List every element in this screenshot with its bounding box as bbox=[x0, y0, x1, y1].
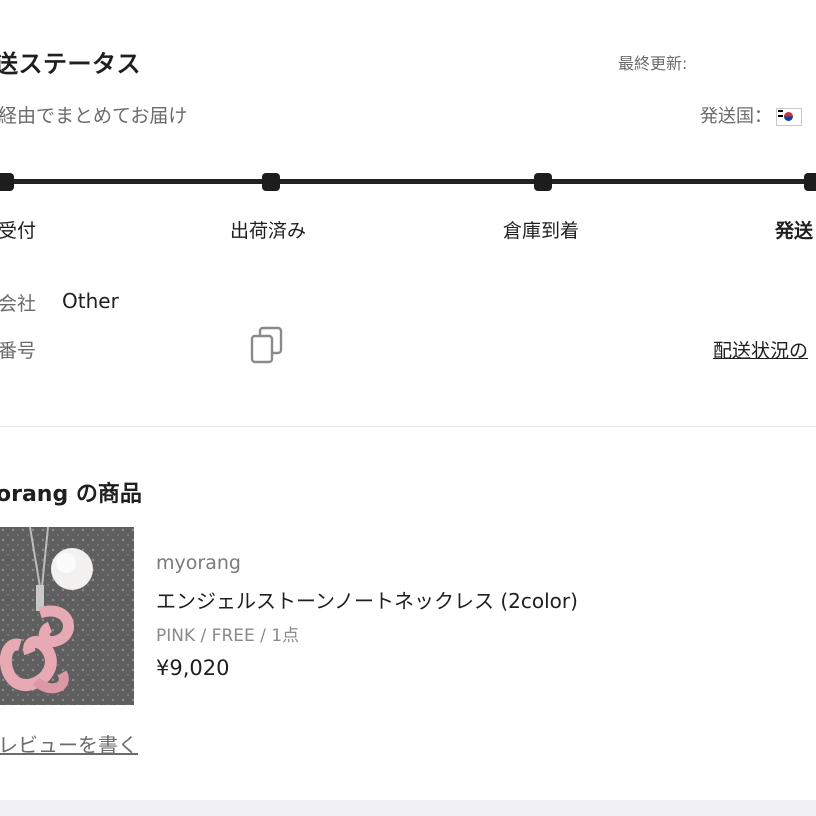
progress-step-label: 受付 bbox=[0, 220, 37, 242]
product-name[interactable]: エンジェルストーンノートネックレス (2color) bbox=[156, 585, 578, 614]
progress-step-label-current: 発送 bbox=[775, 220, 814, 242]
progress-node-3 bbox=[534, 173, 552, 191]
progress-step-label: 倉庫到着 bbox=[503, 220, 580, 242]
south-korea-flag-icon bbox=[776, 108, 802, 126]
carrier-value: Other bbox=[62, 289, 119, 313]
product-price: ¥9,020 bbox=[156, 656, 230, 680]
tracking-number-label: 番号 bbox=[0, 340, 37, 362]
page-title: 送ステータス bbox=[0, 50, 141, 78]
delivery-subtitle: 経由でまとめてお届け bbox=[0, 105, 188, 127]
section-divider bbox=[0, 426, 816, 427]
bottom-bar bbox=[0, 800, 816, 816]
progress-node-4 bbox=[804, 173, 816, 191]
shop-section-title: orang の商品 bbox=[0, 482, 142, 507]
ship-country-label: 発送国： bbox=[700, 106, 772, 127]
product-options: PINK / FREE / 1点 bbox=[156, 626, 300, 646]
last-updated-label: 最終更新: bbox=[618, 54, 688, 73]
progress-node-2 bbox=[262, 173, 280, 191]
tracking-status-link[interactable]: 配送状況の bbox=[713, 336, 808, 363]
progress-step-label: 出荷済み bbox=[230, 220, 307, 242]
carrier-label: 会社 bbox=[0, 293, 37, 315]
ship-country: 発送国： bbox=[700, 102, 802, 128]
product-image[interactable] bbox=[0, 527, 134, 705]
progress-node-1 bbox=[0, 173, 14, 191]
copy-icon[interactable] bbox=[250, 326, 286, 366]
write-review-link[interactable]: レビューを書く bbox=[0, 729, 138, 758]
progress-track bbox=[0, 179, 816, 184]
product-brand: myorang bbox=[156, 552, 241, 574]
